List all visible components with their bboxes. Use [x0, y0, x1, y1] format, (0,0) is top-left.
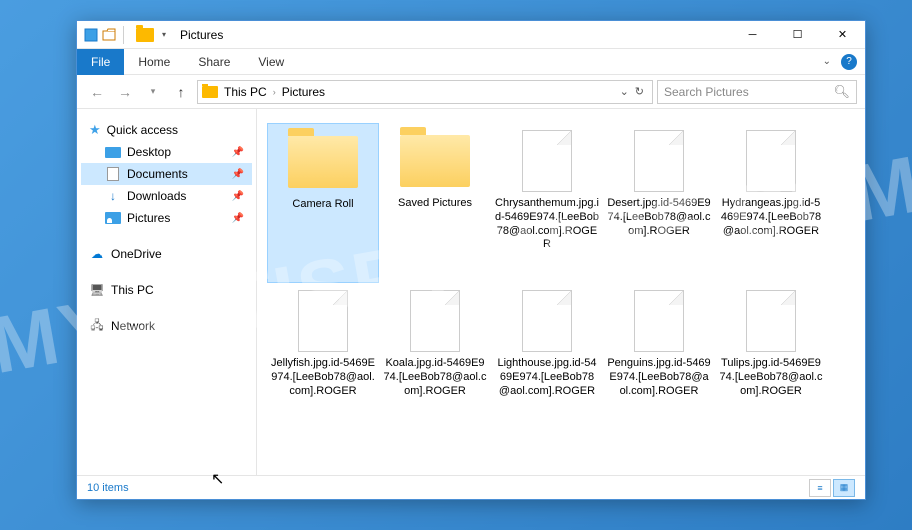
sidebar-item-label: OneDrive [111, 247, 162, 261]
quick-access-header[interactable]: ★ Quick access [81, 119, 252, 141]
sidebar-item-label: Downloads [127, 189, 186, 203]
file-icon [731, 289, 811, 353]
file-item[interactable]: Jellyfish.jpg.id-5469E974.[LeeBob78@aol.… [267, 283, 379, 443]
item-label: Hydrangeas.jpg.id-5469E974.[LeeBob78@aol… [719, 197, 823, 238]
view-icons-button[interactable]: ▦ [833, 479, 855, 497]
ribbon: File Home Share View ⌄ ? [77, 49, 865, 75]
file-item[interactable]: Tulips.jpg.id-5469E974.[LeeBob78@aol.com… [715, 283, 827, 443]
address-bar-row: ← → ▾ ↑ This PC › Pictures ⌄ ↻ Search Pi… [77, 75, 865, 109]
folder-item[interactable]: Saved Pictures [379, 123, 491, 283]
chevron-right-icon[interactable]: › [273, 87, 276, 97]
file-icon [731, 129, 811, 193]
file-item[interactable]: Chrysanthemum.jpg.id-5469E974.[LeeBob78@… [491, 123, 603, 283]
sidebar-item-onedrive[interactable]: ☁ OneDrive [81, 243, 252, 265]
pin-icon: 📌 [232, 191, 244, 202]
item-label: Saved Pictures [398, 197, 472, 211]
folder-item[interactable]: Camera Roll [267, 123, 379, 283]
window-title: Pictures [180, 28, 223, 42]
item-label: Koala.jpg.id-5469E974.[LeeBob78@aol.com]… [383, 357, 487, 398]
titlebar: ▾ Pictures ─ ☐ ✕ [77, 21, 865, 49]
minimize-button[interactable]: ─ [730, 21, 775, 49]
address-folder-icon [202, 86, 218, 98]
sidebar-item-desktop[interactable]: Desktop 📌 [81, 141, 252, 163]
pictures-icon [105, 212, 121, 224]
item-label: Camera Roll [292, 198, 353, 212]
refresh-icon[interactable]: ↻ [635, 85, 644, 98]
tab-file[interactable]: File [77, 49, 124, 75]
new-folder-icon[interactable] [101, 27, 117, 43]
maximize-button[interactable]: ☐ [775, 21, 820, 49]
qat-separator [123, 26, 124, 44]
sidebar-item-network[interactable]: 🖧 Network [81, 315, 252, 337]
sidebar-item-thispc[interactable]: 🖥 This PC [81, 279, 252, 301]
search-input[interactable]: Search Pictures 🔍︎ [657, 80, 857, 104]
content-area[interactable]: Camera Roll Saved Pictures Chrysanthemum.j… [257, 109, 865, 475]
file-item[interactable]: Koala.jpg.id-5469E974.[LeeBob78@aol.com]… [379, 283, 491, 443]
sidebar-item-label: Desktop [127, 145, 171, 159]
sidebar-item-documents[interactable]: Documents 📌 [81, 163, 252, 185]
sidebar-item-label: Pictures [127, 211, 170, 225]
item-label: Chrysanthemum.jpg.id-5469E974.[LeeBob78@… [495, 197, 599, 252]
item-label: Desert.jpg.id-5469E974.[LeeBob78@aol.com… [607, 197, 711, 238]
items-grid: Camera Roll Saved Pictures Chrysanthemum.j… [267, 123, 855, 443]
help-icon[interactable]: ? [841, 54, 857, 70]
sidebar-item-downloads[interactable]: ↓ Downloads 📌 [81, 185, 252, 207]
file-icon [619, 129, 699, 193]
explorer-window: ▾ Pictures ─ ☐ ✕ File Home Share View ⌄ … [76, 20, 866, 500]
file-item[interactable]: Hydrangeas.jpg.id-5469E974.[LeeBob78@aol… [715, 123, 827, 283]
item-count: 10 items [87, 482, 129, 494]
file-icon [283, 289, 363, 353]
item-label: Lighthouse.jpg.id-5469E974.[LeeBob78@aol… [495, 357, 599, 398]
file-item[interactable]: Lighthouse.jpg.id-5469E974.[LeeBob78@aol… [491, 283, 603, 443]
folder-icon [395, 129, 475, 193]
desktop-icon [105, 147, 121, 158]
pin-icon: 📌 [232, 169, 244, 180]
file-icon [395, 289, 475, 353]
address-dropdown-icon[interactable]: ⌄ [620, 85, 629, 98]
sidebar-item-label: Documents [127, 167, 188, 181]
file-icon [619, 289, 699, 353]
search-icon[interactable]: 🔍︎ [833, 84, 850, 100]
back-button[interactable]: ← [85, 80, 109, 104]
folder-icon [283, 130, 363, 194]
download-icon: ↓ [105, 188, 121, 204]
sidebar-item-label: Network [111, 319, 155, 333]
properties-icon[interactable] [83, 27, 99, 43]
up-button[interactable]: ↑ [169, 80, 193, 104]
close-button[interactable]: ✕ [820, 21, 865, 49]
address-segment[interactable]: This PC [224, 85, 267, 99]
pin-icon: 📌 [232, 213, 244, 224]
forward-button[interactable]: → [113, 80, 137, 104]
sidebar-item-pictures[interactable]: Pictures 📌 [81, 207, 252, 229]
navigation-pane: ★ Quick access Desktop 📌 Documents 📌 ↓ D… [77, 109, 257, 475]
item-label: Tulips.jpg.id-5469E974.[LeeBob78@aol.com… [719, 357, 823, 398]
network-icon: 🖧 [89, 318, 105, 334]
pin-icon: 📌 [232, 147, 244, 158]
tab-share[interactable]: Share [184, 49, 244, 75]
tab-home[interactable]: Home [124, 49, 184, 75]
search-placeholder: Search Pictures [664, 85, 749, 99]
folder-icon [136, 28, 154, 42]
quick-access-toolbar: ▾ [83, 26, 172, 44]
onedrive-icon: ☁ [89, 246, 105, 262]
tab-view[interactable]: View [244, 49, 298, 75]
sidebar-item-label: This PC [111, 283, 154, 297]
quick-access-label: Quick access [107, 123, 178, 137]
address-segment[interactable]: Pictures [282, 85, 325, 99]
recent-dropdown-icon[interactable]: ▾ [141, 80, 165, 104]
address-bar[interactable]: This PC › Pictures ⌄ ↻ [197, 80, 653, 104]
view-details-button[interactable]: ≡ [809, 479, 831, 497]
file-icon [507, 129, 587, 193]
qat-dropdown-icon[interactable]: ▾ [156, 27, 172, 43]
item-label: Penguins.jpg.id-5469E974.[LeeBob78@aol.c… [607, 357, 711, 398]
item-label: Jellyfish.jpg.id-5469E974.[LeeBob78@aol.… [271, 357, 375, 398]
thispc-icon: 🖥 [89, 282, 105, 298]
star-icon: ★ [89, 122, 101, 138]
ribbon-expand-icon[interactable]: ⌄ [813, 56, 841, 67]
status-bar: 10 items ≡ ▦ [77, 475, 865, 499]
file-icon [507, 289, 587, 353]
file-item[interactable]: Desert.jpg.id-5469E974.[LeeBob78@aol.com… [603, 123, 715, 283]
file-item[interactable]: Penguins.jpg.id-5469E974.[LeeBob78@aol.c… [603, 283, 715, 443]
document-icon [107, 167, 119, 181]
